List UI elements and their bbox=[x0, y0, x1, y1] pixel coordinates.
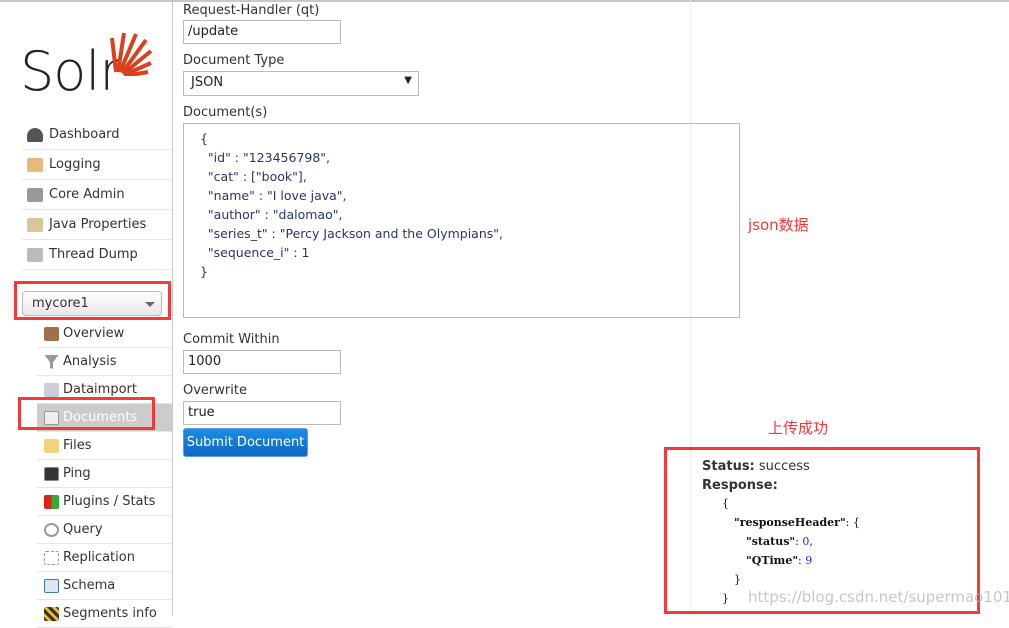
nav-label: Dataimport bbox=[63, 382, 137, 397]
annotation-box-documents bbox=[18, 397, 155, 430]
solr-sun-icon bbox=[110, 32, 153, 76]
core-nav-schema[interactable]: Schema bbox=[37, 572, 172, 600]
submit-document-button[interactable]: Submit Document bbox=[183, 428, 308, 457]
nav-label: Java Properties bbox=[49, 217, 147, 232]
core-nav-plugins[interactable]: Plugins / Stats bbox=[37, 488, 172, 516]
top-border bbox=[0, 0, 1009, 2]
nav-label: Replication bbox=[63, 550, 135, 565]
nav-label: Schema bbox=[63, 578, 116, 593]
book-icon bbox=[44, 578, 59, 593]
nav-dashboard[interactable]: Dashboard bbox=[22, 120, 172, 150]
nav-label: Overview bbox=[63, 326, 125, 341]
success-annotation: 上传成功 bbox=[768, 419, 829, 437]
core-nav-overview[interactable]: Overview bbox=[37, 320, 172, 348]
core-admin-icon bbox=[27, 187, 43, 202]
nav-label: Plugins / Stats bbox=[63, 494, 156, 509]
json-annotation: json数据 bbox=[748, 216, 809, 234]
nav-label: Ping bbox=[63, 466, 91, 481]
nav-label: Dashboard bbox=[49, 127, 120, 142]
core-nav-segments[interactable]: Segments info bbox=[37, 600, 172, 628]
segments-icon bbox=[44, 606, 59, 621]
document-type-select[interactable]: JSON ▼ bbox=[183, 71, 419, 96]
nav-label: Analysis bbox=[63, 354, 117, 369]
replication-icon bbox=[44, 550, 59, 565]
nav-label: Thread Dump bbox=[49, 247, 138, 262]
core-nav-query[interactable]: Query bbox=[37, 516, 172, 544]
filter-icon bbox=[44, 354, 59, 369]
documents-label: Document(s) bbox=[183, 105, 268, 120]
nav-thread-dump[interactable]: Thread Dump bbox=[22, 240, 172, 270]
solr-logo[interactable]: Solr bbox=[20, 40, 122, 103]
nav-logging[interactable]: Logging bbox=[22, 150, 172, 180]
request-handler-label: Request-Handler (qt) bbox=[183, 3, 320, 18]
core-nav-replication[interactable]: Replication bbox=[37, 544, 172, 572]
document-type-label: Document Type bbox=[183, 53, 285, 68]
core-nav-ping[interactable]: Ping bbox=[37, 460, 172, 488]
ping-icon bbox=[44, 466, 59, 481]
documents-textarea[interactable]: { "id" : "123456798", "cat" : ["book"], … bbox=[183, 123, 740, 318]
request-handler-input[interactable]: /update bbox=[183, 20, 341, 44]
overwrite-input[interactable]: true bbox=[183, 401, 341, 425]
plugins-icon bbox=[44, 494, 59, 509]
thread-dump-icon bbox=[27, 247, 43, 262]
nav-core-admin[interactable]: Core Admin bbox=[22, 180, 172, 210]
logging-icon bbox=[27, 157, 43, 172]
commit-within-input[interactable]: 1000 bbox=[183, 350, 341, 374]
overwrite-label: Overwrite bbox=[183, 383, 247, 398]
watermark: https://blog.csdn.net/supermao1013 bbox=[748, 588, 1009, 606]
nav-label: Files bbox=[63, 438, 92, 453]
nav-label: Segments info bbox=[63, 606, 157, 621]
core-nav-analysis[interactable]: Analysis bbox=[37, 348, 172, 376]
nav-label: Core Admin bbox=[49, 187, 125, 202]
magnifier-icon bbox=[44, 522, 59, 537]
document-type-value: JSON bbox=[191, 75, 224, 90]
java-properties-icon bbox=[27, 217, 43, 232]
home-icon bbox=[44, 326, 59, 341]
core-nav-files[interactable]: Files bbox=[37, 432, 172, 460]
nav-label: Logging bbox=[49, 157, 101, 172]
nav-label: Query bbox=[63, 522, 103, 537]
commit-within-label: Commit Within bbox=[183, 332, 280, 347]
folder-icon bbox=[44, 438, 59, 453]
nav-java-properties[interactable]: Java Properties bbox=[22, 210, 172, 240]
sidebar-divider bbox=[172, 0, 173, 616]
annotation-box-core bbox=[14, 281, 171, 320]
dropdown-arrow-icon: ▼ bbox=[404, 75, 412, 86]
dashboard-icon bbox=[27, 127, 43, 142]
dataimport-icon bbox=[44, 382, 59, 397]
